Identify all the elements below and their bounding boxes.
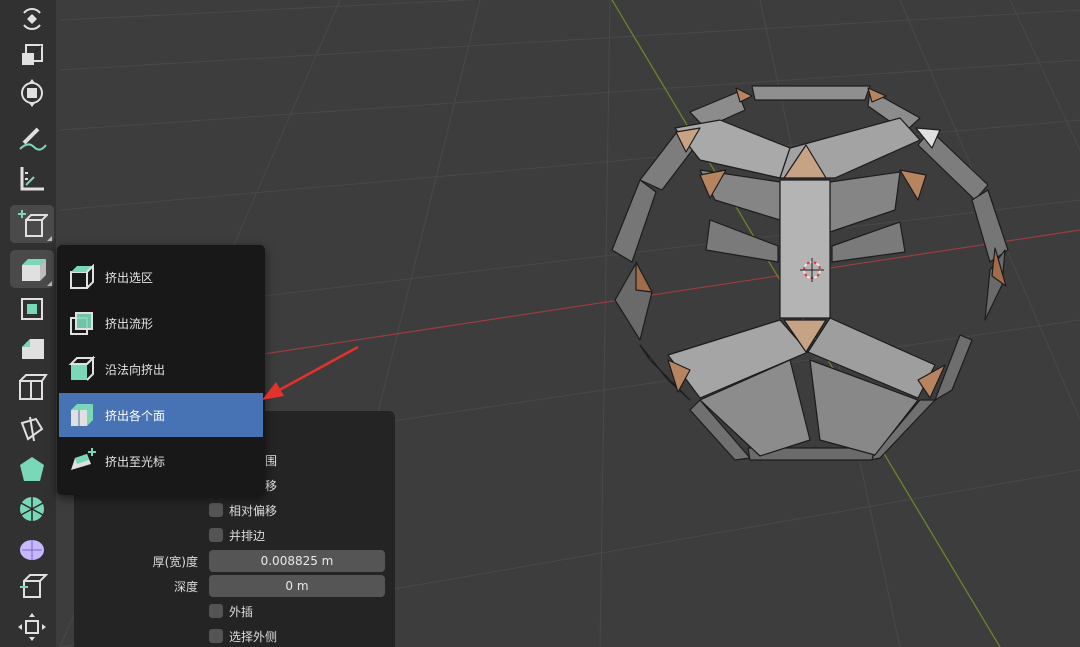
depth-label: 深度 xyxy=(173,580,198,594)
checkbox[interactable] xyxy=(209,629,223,643)
extrude-tool-menu: 挤出选区 挤出流形 沿法向挤出 挤出各个面 挤出至光标 xyxy=(57,245,265,495)
extrude-manifold-icon xyxy=(70,312,93,335)
poly-build-icon[interactable] xyxy=(10,450,54,488)
depth-field[interactable]: 0 m xyxy=(209,575,385,597)
edge-slide-icon[interactable] xyxy=(10,568,54,606)
annotate-icon[interactable] xyxy=(10,120,54,158)
thickness-label: 厚(宽)度 xyxy=(152,555,198,569)
extrude-individual-icon xyxy=(71,404,93,426)
extrude-region-icon[interactable] xyxy=(10,250,54,288)
menu-item-extrude-region[interactable]: 挤出选区 xyxy=(59,255,263,299)
tool-shelf xyxy=(0,0,56,647)
checkbox[interactable] xyxy=(209,503,223,517)
extrude-along-normals-icon xyxy=(68,355,96,381)
inset-faces-icon[interactable] xyxy=(10,290,54,328)
menu-item-extrude-to-cursor[interactable]: 挤出至光标 xyxy=(59,439,263,483)
menu-item-extrude-individual[interactable]: 挤出各个面 xyxy=(59,393,263,437)
menu-item-label: 挤出各个面 xyxy=(105,408,166,423)
option-outset[interactable]: 外插 xyxy=(209,600,253,622)
menu-item-label: 挤出流形 xyxy=(105,316,154,331)
menu-item-label: 挤出至光标 xyxy=(105,454,166,469)
option-label: 选择外侧 xyxy=(229,629,278,644)
option-select-outer[interactable]: 选择外侧 xyxy=(209,625,277,647)
add-cube-icon[interactable] xyxy=(10,205,54,243)
option-label: 并排边 xyxy=(229,528,266,543)
option-label: 相对偏移 xyxy=(229,503,278,518)
menu-item-label: 沿法向挤出 xyxy=(105,362,166,377)
thickness-field[interactable]: 0.008825 m xyxy=(209,550,385,572)
spin-icon[interactable] xyxy=(10,490,54,528)
menu-item-extrude-along-normals[interactable]: 沿法向挤出 xyxy=(59,347,263,391)
transform-icon[interactable] xyxy=(10,74,54,112)
smooth-icon[interactable] xyxy=(10,530,54,568)
menu-item-extrude-manifold[interactable]: 挤出流形 xyxy=(59,301,263,345)
option-label: 外插 xyxy=(229,604,254,619)
menu-item-label: 挤出选区 xyxy=(105,270,154,285)
scale-icon[interactable] xyxy=(10,36,54,74)
bevel-icon[interactable] xyxy=(10,330,54,368)
mesh-object xyxy=(611,85,1009,461)
shrink-fatten-icon[interactable] xyxy=(10,608,54,646)
checkbox[interactable] xyxy=(209,528,223,542)
checkbox[interactable] xyxy=(209,604,223,618)
extrude-to-cursor-icon xyxy=(71,448,96,470)
measure-icon[interactable] xyxy=(10,160,54,198)
knife-icon[interactable] xyxy=(10,410,54,448)
option-edge-rail[interactable]: 并排边 xyxy=(209,524,265,546)
loop-cut-icon[interactable] xyxy=(10,370,54,408)
extrude-region-icon xyxy=(70,263,94,289)
rotate-icon[interactable] xyxy=(10,0,54,38)
option-relative-offset[interactable]: 相对偏移 xyxy=(209,499,277,521)
